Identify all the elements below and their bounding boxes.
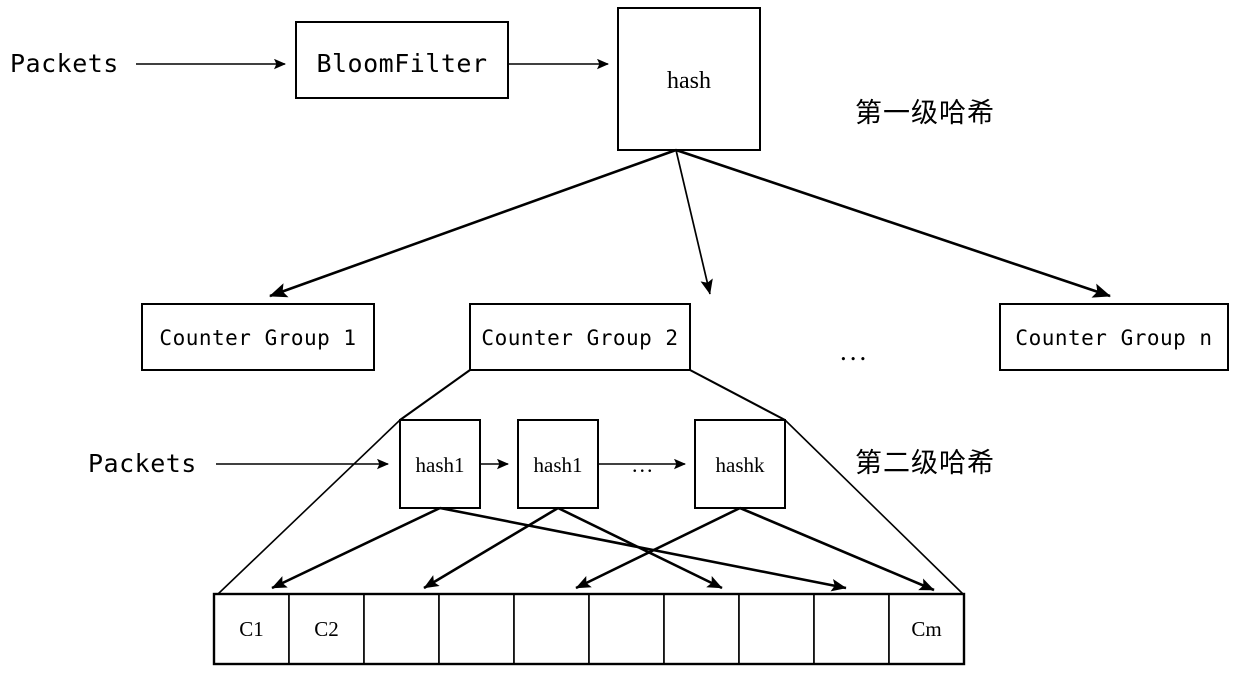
arrow-hashk-to-cell-left [575,506,741,590]
bloomfilter-label: BloomFilter [316,49,487,78]
hash1-a-label: hash1 [416,453,465,477]
level2-stage-label: 第二级哈希 [855,448,995,479]
level1-stage-label: 第一级哈希 [855,98,995,129]
hash-label: hash [667,68,711,94]
arrow-hash-to-group1 [269,148,677,298]
counter-group-1-node[interactable]: Counter Group 1 [141,303,375,371]
group2-expansion-brace [399,369,786,421]
counter-cell[interactable]: C2 [288,593,365,665]
diagram-root: Packets BloomFilter hash 第一级哈希 Counter G… [0,0,1240,680]
counter-cell-box[interactable] [813,593,890,665]
counter-cell[interactable] [813,593,890,665]
counter-cell-box[interactable] [588,593,665,665]
counter-cell[interactable] [663,593,740,665]
arrow-hash-to-groupn [675,148,1111,298]
counter-group-n-label: Counter Group n [1015,326,1212,350]
packets-top-label: Packets [10,49,119,78]
counter-cell-box[interactable] [663,593,740,665]
counter-cell-box[interactable] [513,593,590,665]
hash1-a-node[interactable]: hash1 [399,419,481,509]
counter-group-1-label: Counter Group 1 [159,326,356,350]
arrow-hashk-to-cell-right [739,506,935,592]
counter-cell-box[interactable] [738,593,815,665]
trapezoid-left-edge [217,419,401,595]
arrow-hash1b-to-cell-right [557,506,723,590]
brace-left [399,369,471,421]
arrow-hash1a-to-cell-right [439,506,847,592]
brace-right [689,369,786,421]
hash1-b-node[interactable]: hash1 [517,419,599,509]
counter-cell[interactable]: C1 [213,593,290,665]
diagram-canvas: Packets BloomFilter hash 第一级哈希 Counter G… [10,7,1229,666]
hash1-b-label: hash1 [534,453,583,477]
bloomfilter-node[interactable]: BloomFilter [295,21,509,99]
trapezoid-right-edge [784,419,964,595]
hashk-label: hashk [716,453,765,477]
hash-node[interactable]: hash [617,7,761,151]
counter-group-2-node[interactable]: Counter Group 2 [469,303,691,371]
counter-cell[interactable] [363,593,440,665]
hash-to-array-arrows [271,506,935,592]
counter-cell[interactable] [438,593,515,665]
counter-groups-ellipsis: ... [840,336,869,366]
counter-cell-label: C1 [239,617,264,641]
counter-array: C1 C2 Cm [212,592,966,666]
counter-cell-box[interactable] [363,593,440,665]
arrow-hash1a-to-cell-left [271,506,441,590]
packets-top-group: Packets [10,49,286,78]
hash-chain-ellipsis: ... [632,452,655,477]
counter-cell[interactable] [738,593,815,665]
counter-cell[interactable] [588,593,665,665]
counter-group-n-node[interactable]: Counter Group n [999,303,1229,371]
counter-group-2-label: Counter Group 2 [481,326,678,350]
hashk-node[interactable]: hashk [694,419,786,509]
counter-cell-label: Cm [911,617,941,641]
arrow-hash1b-to-cell-left [423,506,559,590]
packets-mid-label: Packets [88,449,197,478]
counter-cell-box[interactable] [438,593,515,665]
counter-cell[interactable] [513,593,590,665]
counter-cell[interactable]: Cm [888,593,965,665]
arrow-hash-to-group2 [675,149,713,295]
hash-fanout-arrows [269,148,1111,298]
counter-cell-label: C2 [314,617,339,641]
